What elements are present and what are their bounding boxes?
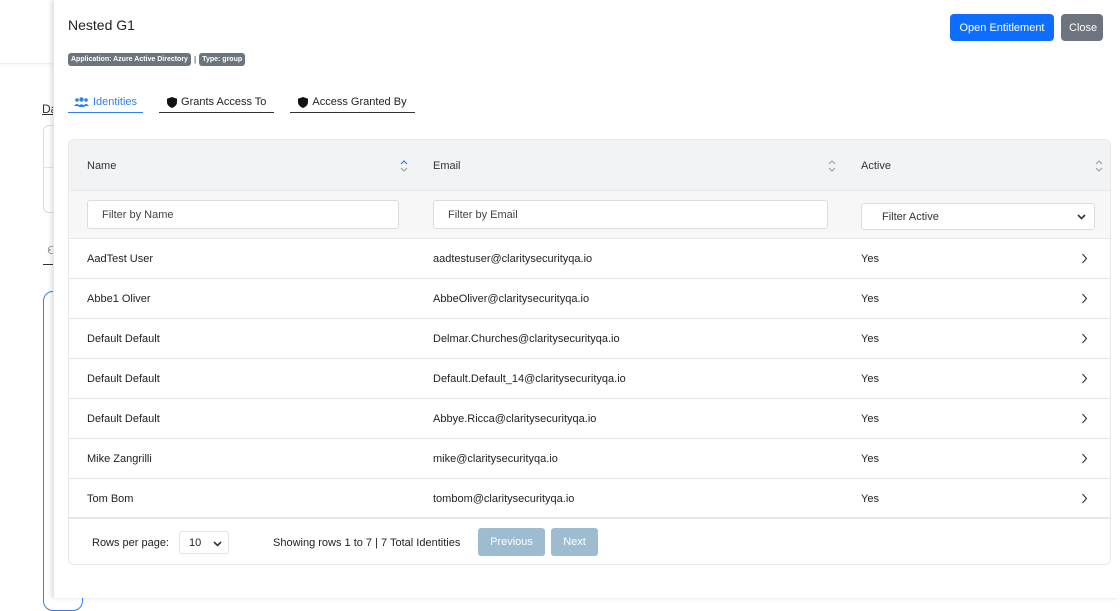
tab-access-granted-by-label: Access Granted By — [312, 96, 407, 108]
table-body: AadTest User aadtestuser@claritysecurity… — [69, 239, 1110, 519]
cell-name: Default Default — [87, 373, 160, 385]
sort-icon[interactable] — [827, 159, 837, 173]
tab-grants-access-to-label: Grants Access To — [181, 96, 267, 108]
table-row[interactable]: Default Default Delmar.Churches@claritys… — [69, 319, 1110, 359]
cell-email: Abbye.Ricca@claritysecurityqa.io — [433, 413, 597, 425]
entitlement-side-panel: Nested G1 Open Entitlement Close Applica… — [53, 0, 1120, 598]
cell-email: aadtestuser@claritysecurityqa.io — [433, 253, 593, 265]
chevron-right-icon[interactable] — [1081, 293, 1088, 307]
table-header: Name Email Active — [69, 140, 1110, 191]
cell-name: Abbe1 Oliver — [87, 293, 151, 305]
type-badge: Type: group — [199, 53, 246, 66]
open-entitlement-button[interactable]: Open Entitlement — [950, 14, 1054, 41]
cell-active: Yes — [861, 493, 879, 505]
tab-grants-access-to[interactable]: Grants Access To — [159, 92, 275, 113]
chevron-down-icon — [213, 539, 222, 551]
cell-active: Yes — [861, 253, 879, 265]
badge-separator: | — [193, 55, 197, 64]
panel-title: Nested G1 — [68, 17, 135, 33]
pagination-bar: Rows per page: 10 Showing rows 1 to 7 | … — [69, 520, 1110, 564]
chevron-right-icon[interactable] — [1081, 333, 1088, 347]
filter-email-input[interactable] — [433, 200, 828, 229]
chevron-right-icon[interactable] — [1081, 493, 1088, 507]
table-row[interactable]: Abbe1 Oliver AbbeOliver@claritysecurityq… — [69, 279, 1110, 319]
cell-active: Yes — [861, 453, 879, 465]
table-row[interactable]: Default Default Default.Default_14@clari… — [69, 359, 1110, 399]
shield-icon — [298, 96, 309, 108]
cell-active: Yes — [861, 413, 879, 425]
table-row[interactable]: Mike Zangrilli mike@claritysecurityqa.io… — [69, 439, 1110, 479]
chevron-down-icon — [1077, 212, 1086, 224]
next-page-button[interactable]: Next — [551, 528, 598, 556]
shield-icon — [167, 96, 178, 108]
cell-active: Yes — [861, 293, 879, 305]
column-header-name[interactable]: Name — [87, 140, 116, 191]
column-header-active[interactable]: Active — [861, 140, 891, 191]
chevron-right-icon[interactable] — [1081, 413, 1088, 427]
rows-per-page-label: Rows per page: — [92, 537, 170, 549]
badge-group: Application: Azure Active Directory | Ty… — [68, 53, 246, 66]
tab-identities-label: Identities — [93, 96, 138, 108]
cell-email: mike@claritysecurityqa.io — [433, 453, 558, 465]
users-icon — [74, 96, 89, 108]
filter-active-value: Filter Active — [882, 210, 939, 223]
cell-name: Mike Zangrilli — [87, 453, 152, 465]
background-header — [0, 0, 60, 64]
chevron-right-icon[interactable] — [1081, 373, 1088, 387]
sort-ascending-icon[interactable] — [399, 159, 409, 173]
previous-page-button[interactable]: Previous — [478, 528, 545, 556]
close-button[interactable]: Close — [1061, 14, 1103, 41]
column-header-email[interactable]: Email — [433, 140, 461, 191]
filter-name-input[interactable] — [87, 200, 399, 229]
table-row[interactable]: AadTest User aadtestuser@claritysecurity… — [69, 239, 1110, 279]
tab-access-granted-by[interactable]: Access Granted By — [290, 92, 415, 113]
cell-email: Default.Default_14@claritysecurityqa.io — [433, 373, 626, 385]
tab-bar: Identities Grants Access To Access Grant… — [68, 92, 415, 113]
cell-email: AbbeOliver@claritysecurityqa.io — [433, 293, 590, 305]
cell-name: Default Default — [87, 333, 160, 345]
sort-icon[interactable] — [1094, 159, 1104, 173]
identities-table: Name Email Active Filter Active — [68, 139, 1111, 565]
cell-email: Delmar.Churches@claritysecurityqa.io — [433, 333, 620, 345]
table-row[interactable]: Tom Bom tombom@claritysecurityqa.io Yes — [69, 479, 1110, 519]
filter-active-select[interactable]: Filter Active — [861, 203, 1095, 230]
chevron-right-icon[interactable] — [1081, 253, 1088, 267]
pagination-status: Showing rows 1 to 7 | 7 Total Identities — [273, 537, 461, 549]
cell-active: Yes — [861, 333, 879, 345]
cell-name: Default Default — [87, 413, 160, 425]
cell-name: AadTest User — [87, 253, 154, 265]
rows-per-page-value: 10 — [189, 536, 202, 549]
cell-email: tombom@claritysecurityqa.io — [433, 493, 575, 505]
application-badge: Application: Azure Active Directory — [68, 53, 191, 66]
rows-per-page-select[interactable]: 10 — [179, 531, 229, 554]
tab-identities[interactable]: Identities — [68, 92, 144, 113]
cell-name: Tom Bom — [87, 493, 134, 505]
table-row[interactable]: Default Default Abbye.Ricca@claritysecur… — [69, 399, 1110, 439]
filter-row: Filter Active — [69, 191, 1110, 239]
chevron-right-icon[interactable] — [1081, 453, 1088, 467]
cell-active: Yes — [861, 373, 879, 385]
